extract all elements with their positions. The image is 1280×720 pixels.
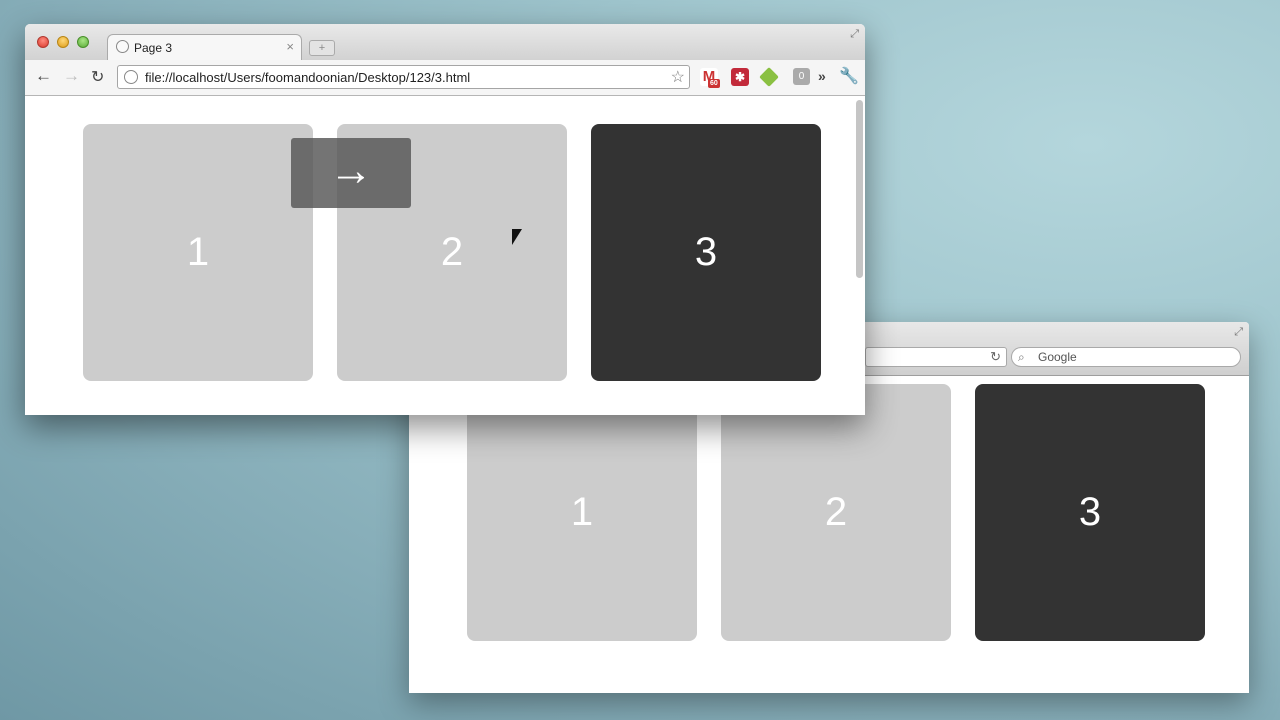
search-placeholder: Google (1038, 350, 1077, 364)
navigation-toolbar: ← → ↻ file://localhost/Users/foomandooni… (25, 60, 865, 96)
new-tab-button[interactable]: + (309, 40, 335, 56)
reload-button[interactable]: ↻ (91, 67, 104, 87)
card-label: 3 (694, 230, 718, 274)
arrow-right-icon: → (329, 146, 373, 195)
tab-page-3[interactable]: Page 3 × (107, 34, 302, 60)
tab-title: Page 3 (134, 41, 173, 55)
counter-extension-icon[interactable]: 0 (793, 68, 810, 85)
back-reload-icon[interactable]: ↻ (990, 349, 1001, 365)
mouse-cursor-icon (512, 229, 522, 245)
globe-icon (124, 70, 138, 84)
back-card-2: 2 (721, 384, 951, 641)
delicious-extension-icon[interactable]: ✱ (731, 68, 749, 86)
gmail-extension-icon[interactable]: M 60 (700, 68, 720, 88)
vertical-scrollbar[interactable] (856, 100, 863, 278)
feed-extension-icon[interactable] (759, 67, 779, 87)
window-close-button[interactable] (37, 36, 49, 48)
title-bar: Page 3 × + ⤢ (25, 24, 865, 60)
fullscreen-icon[interactable]: ⤢ (850, 28, 859, 41)
address-url[interactable]: file://localhost/Users/foomandoonian/Des… (145, 70, 470, 85)
card-label: 1 (186, 230, 210, 274)
front-browser-window: Page 3 × + ⤢ ← → ↻ file://localhost/User… (25, 24, 865, 415)
wrench-menu-icon[interactable]: 🔧 (839, 66, 859, 86)
tab-close-icon[interactable]: × (286, 39, 294, 54)
back-card-3: 3 (975, 384, 1205, 641)
card-label: 3 (1078, 490, 1102, 534)
page-content: 1 2 3 → (25, 96, 865, 415)
extensions-overflow-icon[interactable]: » (818, 68, 826, 84)
card-label: 2 (824, 490, 848, 534)
back-page-content: 1 2 3 (409, 376, 1249, 693)
card-label: 1 (570, 490, 594, 534)
fullscreen-icon[interactable]: ⤢ (1234, 326, 1243, 339)
window-minimize-button[interactable] (57, 36, 69, 48)
arrow-right-overlay: → (291, 138, 411, 208)
card-label: 2 (440, 230, 464, 274)
globe-icon (116, 40, 129, 53)
address-bar[interactable]: file://localhost/Users/foomandoonian/Des… (117, 65, 690, 89)
back-search-field[interactable]: ⌕ Google (1011, 347, 1241, 367)
bookmark-star-icon[interactable]: ☆ (671, 67, 685, 87)
back-card-1: 1 (467, 384, 697, 641)
search-icon: ⌕ (1018, 350, 1025, 364)
gmail-unread-badge: 60 (708, 79, 720, 88)
card-1[interactable]: 1 (83, 124, 313, 381)
forward-button[interactable]: → (63, 66, 80, 86)
back-address-bar[interactable]: ↻ (865, 347, 1007, 367)
window-zoom-button[interactable] (77, 36, 89, 48)
back-button[interactable]: ← (35, 66, 52, 86)
card-3[interactable]: 3 (591, 124, 821, 381)
